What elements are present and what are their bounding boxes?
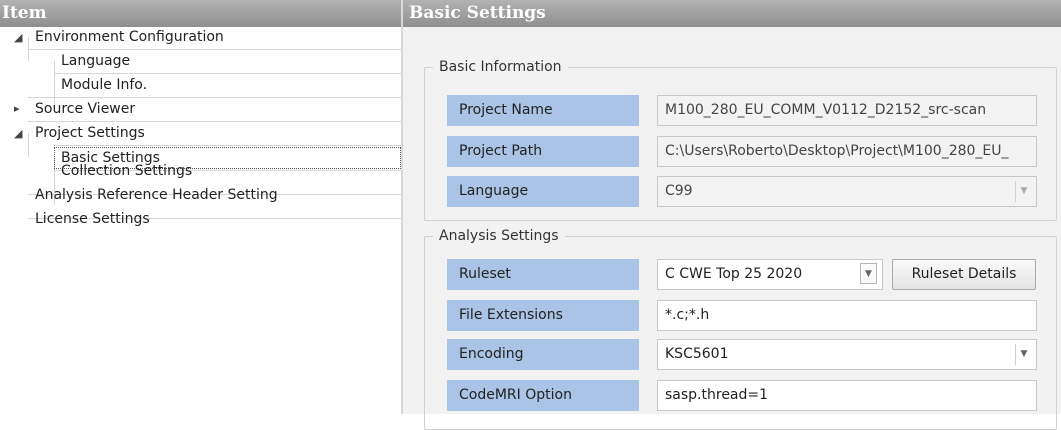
chevron-down-icon[interactable]: ▼ (1015, 344, 1032, 365)
tree-item-label: License Settings (35, 211, 150, 227)
encoding-select[interactable]: KSC5601 ▼ (657, 339, 1037, 370)
file-extensions-label: File Extensions (447, 300, 639, 331)
page-title: Basic Settings (403, 0, 1061, 27)
tree-item-label: Project Settings (35, 125, 145, 141)
ruleset-value: C CWE Top 25 2020 (665, 266, 803, 282)
tree-item-label: Source Viewer (35, 101, 136, 117)
ruleset-select[interactable]: C CWE Top 25 2020 (657, 259, 883, 290)
project-name-field[interactable]: M100_280_EU_COMM_V0112_D2152_src-scan (657, 95, 1037, 126)
expand-arrow-icon[interactable]: ◢ (14, 122, 26, 146)
collapsed-arrow-icon[interactable]: ▸ (14, 97, 26, 121)
settings-panel: Basic Information Project Name M100_280_… (403, 27, 1061, 430)
tree-header: Item (0, 0, 403, 27)
codemri-option-input[interactable]: sasp.thread=1 (657, 380, 1037, 411)
ruleset-label: Ruleset (447, 259, 639, 290)
encoding-value: KSC5601 (665, 346, 729, 362)
file-extensions-input[interactable]: *.c;*.h (657, 300, 1037, 331)
group-title: Analysis Settings (439, 228, 559, 244)
project-path-label: Project Path (447, 136, 639, 167)
group-title: Basic Information (439, 59, 562, 75)
language-select[interactable]: C99 ▼ (657, 176, 1037, 207)
codemri-option-label: CodeMRI Option (447, 380, 639, 411)
project-name-label: Project Name (447, 95, 639, 126)
tree-item-label: Environment Configuration (35, 29, 224, 45)
project-path-field[interactable]: C:\Users\Roberto\Desktop\Project\M100_28… (657, 136, 1037, 167)
language-value: C99 (665, 183, 693, 199)
tree-item-label: Collection Settings (61, 163, 193, 179)
chevron-down-icon[interactable]: ▼ (1015, 181, 1032, 202)
tree-item-label: Language (61, 53, 131, 69)
ruleset-details-button[interactable]: Ruleset Details (892, 259, 1036, 290)
tree-item-license-settings[interactable]: License Settings (0, 211, 401, 243)
expand-arrow-icon[interactable]: ◢ (14, 26, 26, 50)
chevron-down-icon[interactable]: ▼ (860, 263, 877, 284)
language-label: Language (447, 176, 639, 207)
encoding-label: Encoding (447, 339, 639, 370)
tree-item-label: Analysis Reference Header Setting (35, 187, 278, 203)
tree-item-label: Module Info. (61, 77, 148, 93)
